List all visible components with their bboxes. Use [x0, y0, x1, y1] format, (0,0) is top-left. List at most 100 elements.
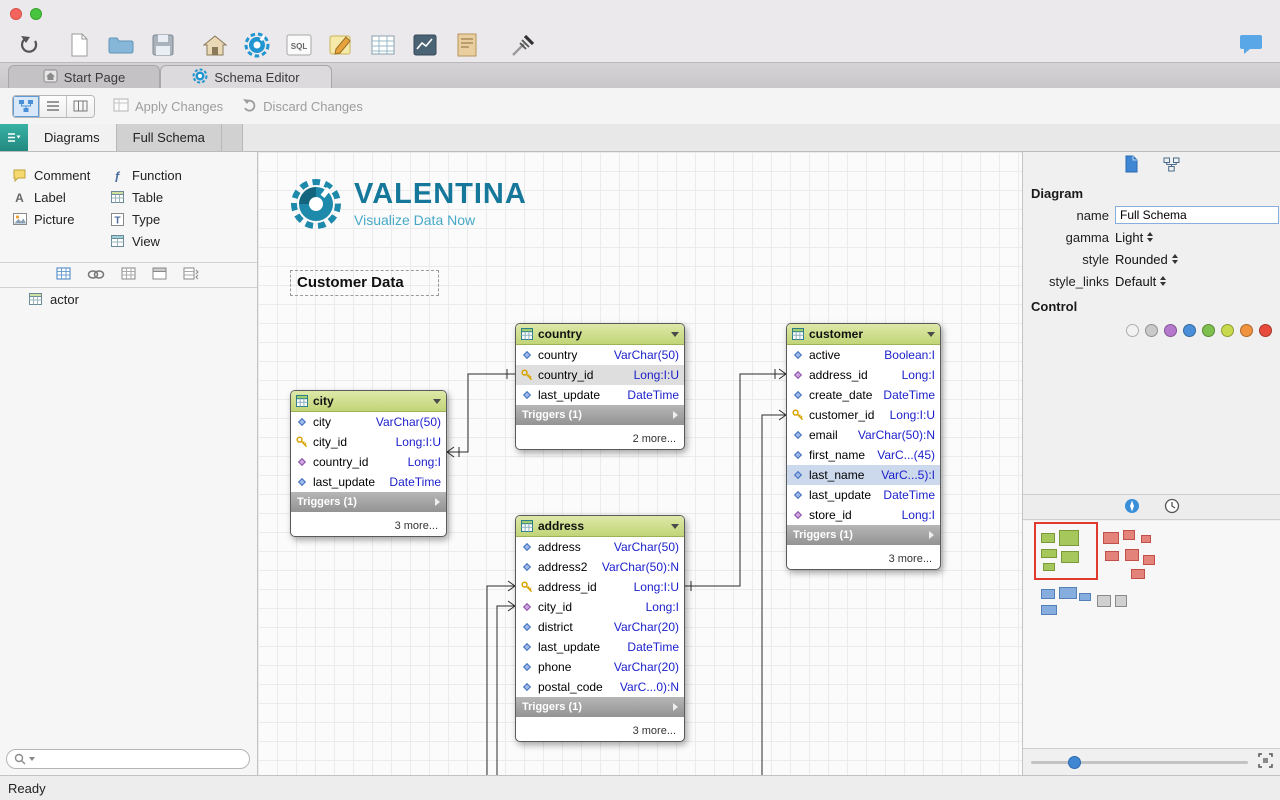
er-more-link[interactable]: 2 more...: [516, 425, 684, 449]
diagram-canvas[interactable]: VALENTINA Visualize Data Now Customer Da…: [258, 152, 1022, 775]
color-swatch-7[interactable]: [1259, 324, 1272, 337]
er-table-customer[interactable]: customer active Boolean:I address_id Long:I c…: [786, 323, 941, 570]
er-table-header[interactable]: customer: [787, 324, 940, 345]
er-field-active[interactable]: active Boolean:I: [787, 345, 940, 365]
er-field-first_name[interactable]: first_name VarC...(45): [787, 445, 940, 465]
report-editor-button[interactable]: [326, 31, 356, 59]
er-field-last_update[interactable]: last_update DateTime: [516, 637, 684, 657]
minimap-viewport-frame[interactable]: [1034, 522, 1098, 580]
tab-start-page[interactable]: Start Page: [8, 65, 160, 88]
home-button[interactable]: [200, 31, 230, 59]
er-field-address_id[interactable]: address_id Long:I:U: [516, 577, 684, 597]
chevron-down-icon[interactable]: [433, 398, 441, 404]
search-input[interactable]: [6, 749, 250, 769]
er-field-postal_code[interactable]: postal_code VarC...0):N: [516, 677, 684, 697]
chevron-down-icon[interactable]: [671, 523, 679, 529]
chevron-down-icon[interactable]: [671, 331, 679, 337]
feedback-button[interactable]: [1236, 31, 1266, 59]
tab-schema-editor[interactable]: Schema Editor: [160, 65, 332, 88]
er-table-address[interactable]: address address VarChar(50) address2 VarChar…: [515, 515, 685, 742]
zoom-slider[interactable]: [1031, 755, 1248, 769]
er-table-header[interactable]: country: [516, 324, 684, 345]
color-swatch-6[interactable]: [1240, 324, 1253, 337]
diagram-list-item-actor[interactable]: actor: [0, 288, 257, 310]
er-field-address2[interactable]: address2 VarChar(50):N: [516, 557, 684, 577]
palette-item-view[interactable]: View: [110, 230, 182, 252]
document-properties-icon[interactable]: [1124, 155, 1139, 176]
property-select-style_links[interactable]: Default: [1115, 274, 1167, 289]
tab-diagrams[interactable]: Diagrams: [28, 124, 117, 151]
er-triggers-bar[interactable]: Triggers (1): [291, 492, 446, 512]
er-field-last_update[interactable]: last_update DateTime: [291, 472, 446, 492]
er-more-link[interactable]: 3 more...: [516, 717, 684, 741]
color-swatch-0[interactable]: [1126, 324, 1139, 337]
palette-item-label[interactable]: A Label: [12, 186, 110, 208]
color-swatch-2[interactable]: [1164, 324, 1177, 337]
er-field-address[interactable]: address VarChar(50): [516, 537, 684, 557]
color-swatch-3[interactable]: [1183, 324, 1196, 337]
er-more-link[interactable]: 3 more...: [787, 545, 940, 569]
er-field-district[interactable]: district VarChar(20): [516, 617, 684, 637]
forms-filter-icon[interactable]: [152, 267, 167, 283]
sql-editor-button[interactable]: SQL: [284, 31, 314, 59]
new-document-button[interactable]: [64, 31, 94, 59]
color-swatch-5[interactable]: [1221, 324, 1234, 337]
er-table-country[interactable]: country country VarChar(50) country_id Long:…: [515, 323, 685, 450]
er-field-store_id[interactable]: store_id Long:I: [787, 505, 940, 525]
er-field-city_id[interactable]: city_id Long:I: [516, 597, 684, 617]
chart-button[interactable]: [410, 31, 440, 59]
query-injection-button[interactable]: [508, 31, 538, 59]
tables-filter-icon[interactable]: [56, 267, 71, 283]
sidebar-menu-button[interactable]: [0, 124, 28, 151]
diagram-view-button[interactable]: [13, 95, 40, 117]
property-select-gamma[interactable]: Light: [1115, 230, 1154, 245]
er-triggers-bar[interactable]: Triggers (1): [516, 697, 684, 717]
er-field-country_id[interactable]: country_id Long:I:U: [516, 365, 684, 385]
diagram-label-customer-data[interactable]: Customer Data: [290, 270, 439, 296]
undo-button[interactable]: [14, 31, 44, 59]
er-field-last_update[interactable]: last_update DateTime: [787, 485, 940, 505]
diagram-properties-icon[interactable]: [1163, 157, 1180, 175]
apply-changes-button[interactable]: Apply Changes: [113, 98, 223, 115]
er-field-last_name[interactable]: last_name VarC...5):I: [787, 465, 940, 485]
palette-item-picture[interactable]: Picture: [12, 208, 110, 230]
list-view-button[interactable]: [40, 95, 67, 117]
er-field-email[interactable]: email VarChar(50):N: [787, 425, 940, 445]
er-table-header[interactable]: address: [516, 516, 684, 537]
er-field-country_id[interactable]: country_id Long:I: [291, 452, 446, 472]
zoom-fit-button[interactable]: [1258, 753, 1273, 771]
links-filter-icon[interactable]: [87, 268, 105, 283]
schema-editor-button[interactable]: [242, 31, 272, 59]
er-triggers-bar[interactable]: Triggers (1): [516, 405, 684, 425]
navigator-icon[interactable]: [1124, 498, 1140, 517]
open-button[interactable]: [106, 31, 136, 59]
er-table-header[interactable]: city: [291, 391, 446, 412]
er-field-customer_id[interactable]: customer_id Long:I:U: [787, 405, 940, 425]
column-view-button[interactable]: [67, 95, 94, 117]
palette-item-type[interactable]: T Type: [110, 208, 182, 230]
discard-changes-button[interactable]: Discard Changes: [241, 98, 363, 115]
er-field-city[interactable]: city VarChar(50): [291, 412, 446, 432]
er-field-address_id[interactable]: address_id Long:I: [787, 365, 940, 385]
columns-filter-icon[interactable]: [183, 267, 199, 283]
er-field-last_update[interactable]: last_update DateTime: [516, 385, 684, 405]
history-icon[interactable]: [1164, 498, 1180, 517]
er-field-country[interactable]: country VarChar(50): [516, 345, 684, 365]
report-button[interactable]: [452, 31, 482, 59]
color-swatch-1[interactable]: [1145, 324, 1158, 337]
er-field-create_date[interactable]: create_date DateTime: [787, 385, 940, 405]
chevron-down-icon[interactable]: [927, 331, 935, 337]
palette-item-comment[interactable]: Comment: [12, 164, 110, 186]
zoom-window-button[interactable]: [30, 8, 42, 20]
property-select-style[interactable]: Rounded: [1115, 252, 1178, 267]
color-swatch-4[interactable]: [1202, 324, 1215, 337]
er-triggers-bar[interactable]: Triggers (1): [787, 525, 940, 545]
save-button[interactable]: [148, 31, 178, 59]
er-field-phone[interactable]: phone VarChar(20): [516, 657, 684, 677]
diagram-minimap[interactable]: [1023, 521, 1280, 748]
property-input-name[interactable]: [1115, 206, 1279, 224]
palette-item-table[interactable]: Table: [110, 186, 182, 208]
close-window-button[interactable]: [10, 8, 22, 20]
er-field-city_id[interactable]: city_id Long:I:U: [291, 432, 446, 452]
er-more-link[interactable]: 3 more...: [291, 512, 446, 536]
